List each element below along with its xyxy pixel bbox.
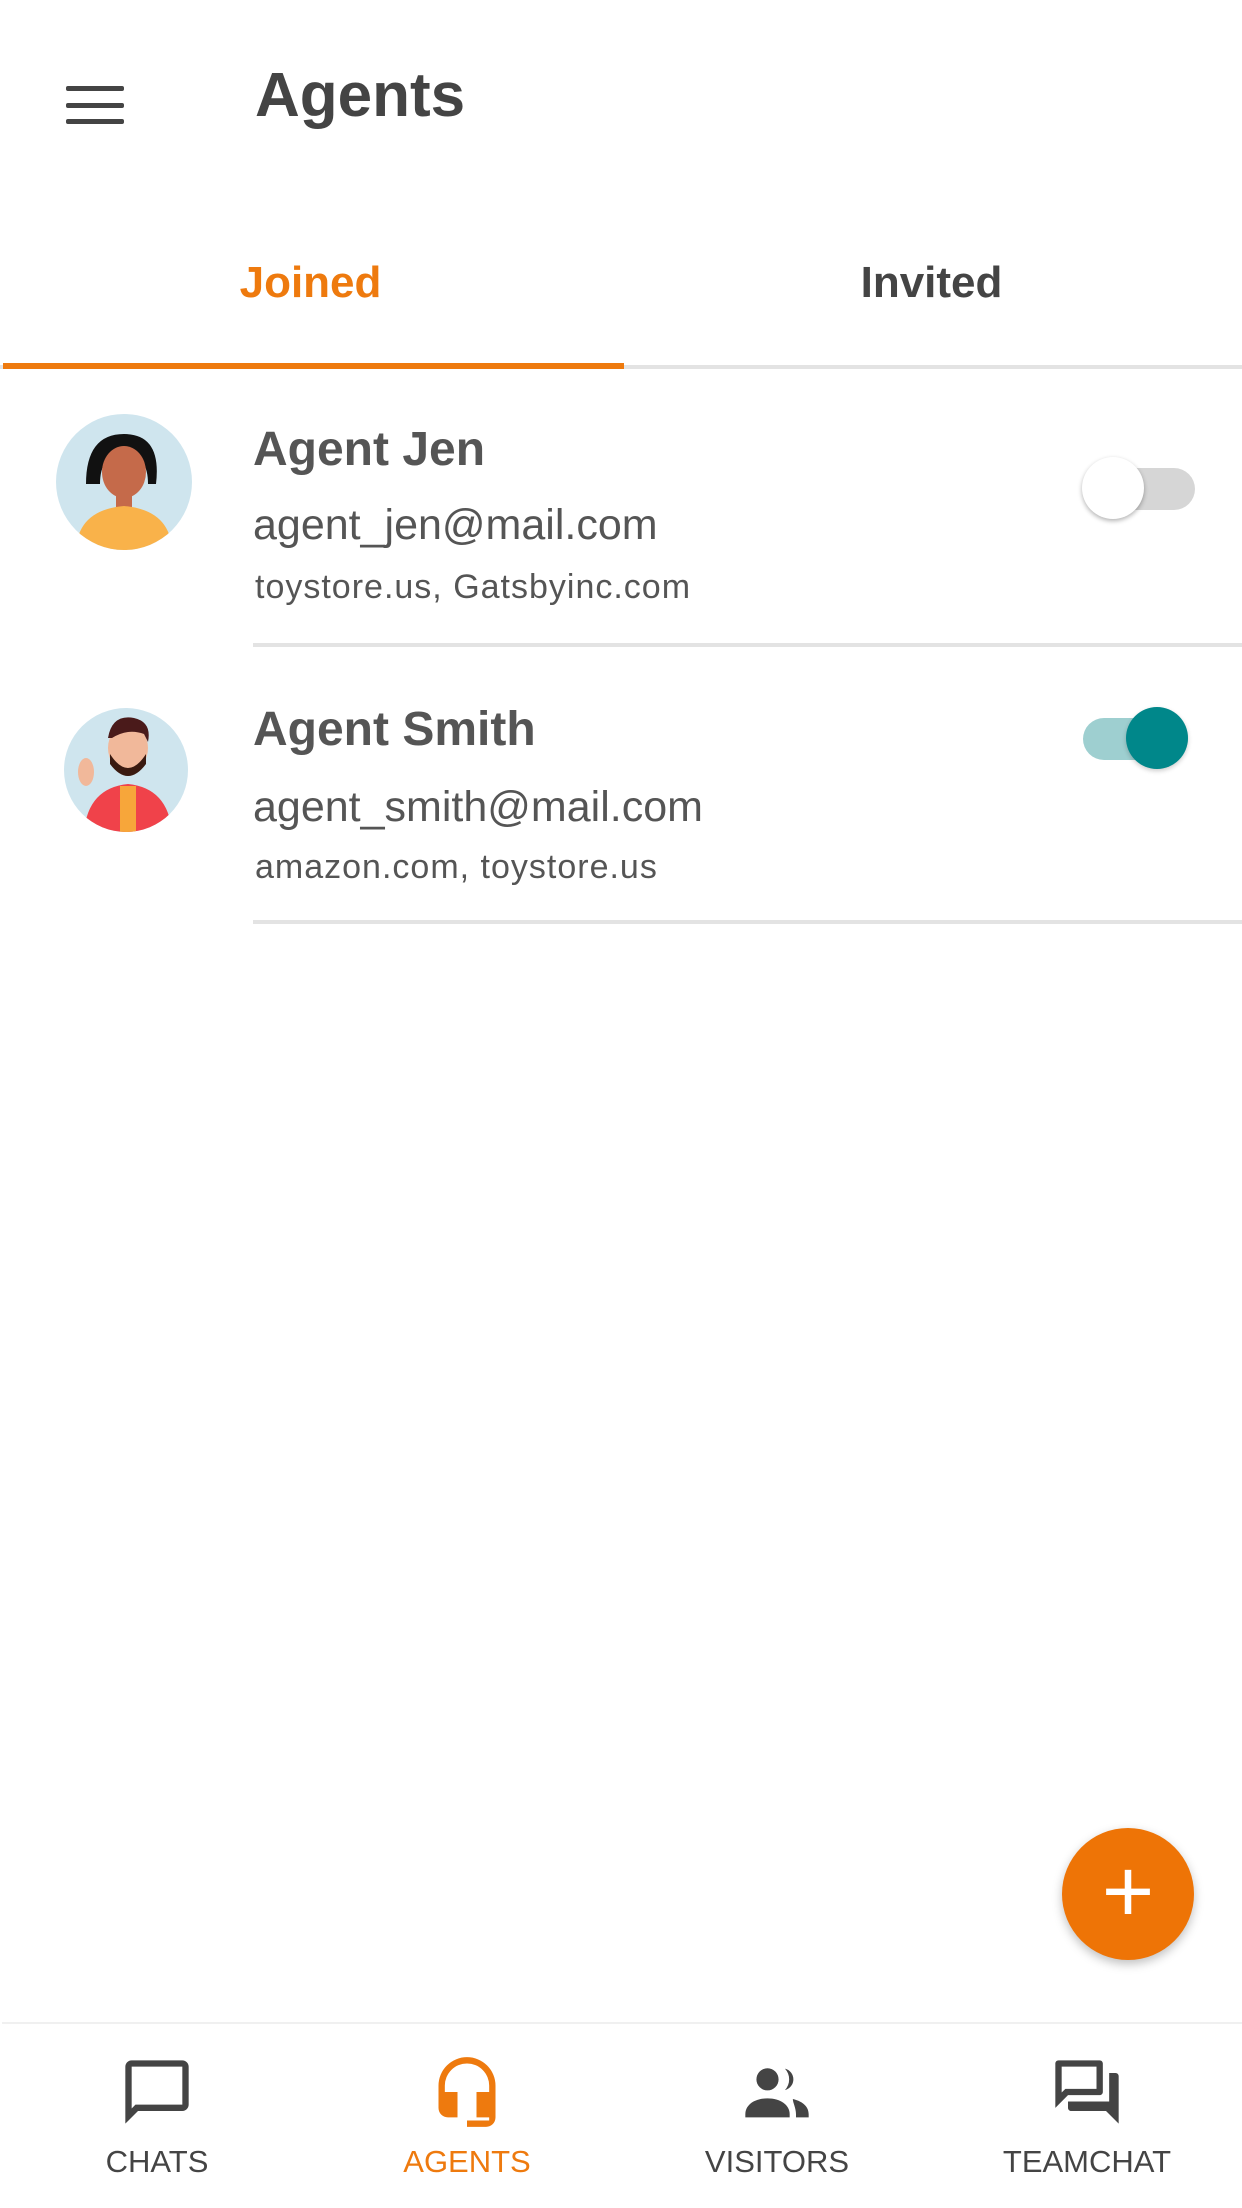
avatar xyxy=(56,414,192,550)
chat-bubble-icon xyxy=(125,2060,189,2124)
avatar xyxy=(64,708,188,832)
divider xyxy=(253,643,1242,647)
agent-row[interactable]: Agent Jen agent_jen@mail.com toystore.us… xyxy=(0,370,1242,650)
agent-domains: amazon.com, toystore.us xyxy=(255,848,658,886)
agent-email: agent_jen@mail.com xyxy=(253,501,658,549)
headset-icon xyxy=(438,2057,496,2127)
bottom-nav: CHATS AGENTS VISITORS TEAMCHAT xyxy=(2,2022,1242,2208)
tab-indicator xyxy=(3,363,624,369)
forum-icon xyxy=(1055,2060,1119,2124)
agent-domains: toystore.us, Gatsbyinc.com xyxy=(255,568,692,606)
add-agent-button[interactable]: + xyxy=(1062,1828,1194,1960)
agent-name: Agent Smith xyxy=(253,703,536,756)
menu-button[interactable] xyxy=(60,80,130,130)
agent-row[interactable]: Agent Smith agent_smith@mail.com amazon.… xyxy=(0,650,1242,930)
divider xyxy=(253,920,1242,924)
page-title: Agents xyxy=(255,61,466,130)
nav-chats[interactable]: CHATS xyxy=(2,2024,312,2208)
nav-teamchat[interactable]: TEAMCHAT xyxy=(932,2024,1242,2208)
people-icon xyxy=(745,2068,809,2118)
tab-invited[interactable]: Invited xyxy=(621,250,1242,370)
agent-name: Agent Jen xyxy=(253,423,486,476)
nav-visitors[interactable]: VISITORS xyxy=(622,2024,932,2208)
agent-email: agent_smith@mail.com xyxy=(253,783,703,831)
nav-agents[interactable]: AGENTS xyxy=(312,2024,622,2208)
plus-icon: + xyxy=(1101,1842,1155,1942)
agent-toggle[interactable] xyxy=(1082,457,1197,519)
agent-toggle[interactable] xyxy=(1075,707,1190,769)
tab-joined[interactable]: Joined xyxy=(0,250,621,370)
hamburger-icon xyxy=(66,86,124,91)
